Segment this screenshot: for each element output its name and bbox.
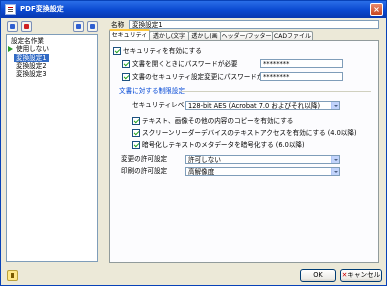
dialog-window: PDF変換設定 × 設定名作業 使用しない 変換設定1 変換設定2 変換設定3 …: [0, 0, 387, 286]
print-permission-select[interactable]: 高解像度: [185, 167, 340, 176]
chevron-down-icon[interactable]: [331, 168, 339, 175]
list-item[interactable]: 使用しない: [14, 45, 51, 53]
security-level-value: 128-bit AES (Acrobat 7.0 およびそれ以降): [188, 102, 321, 110]
permission-password-input[interactable]: ********: [260, 72, 343, 81]
chevron-down-icon[interactable]: [331, 102, 339, 109]
cancel-label: キャンセル: [347, 271, 381, 279]
delete-icon[interactable]: [21, 21, 32, 32]
settings-list[interactable]: 設定名作業 使用しない 変換設定1 変換設定2 変換設定3: [6, 34, 98, 262]
security-level-select[interactable]: 128-bit AES (Acrobat 7.0 およびそれ以降): [185, 101, 340, 110]
change-permission-value: 許可しない: [188, 156, 221, 164]
print-permission-value: 高解像度: [188, 168, 215, 176]
open-password-label: 文書を開くときにパスワードが必要: [132, 60, 238, 68]
metadata-label: 暗号化しテキストのメタデータを暗号化する (6.0以降): [142, 141, 305, 149]
app-icon: [5, 4, 16, 15]
help-icon[interactable]: [7, 270, 18, 281]
close-button[interactable]: ×: [370, 3, 383, 16]
print-permission-label: 印刷の許可設定: [121, 167, 168, 175]
screen-reader-label: スクリーンリーダーデバイスのテキストアクセスを有効にする (4.0以降): [142, 129, 357, 137]
name-input[interactable]: 変換設定1: [129, 20, 379, 29]
move-down-icon[interactable]: [87, 21, 98, 32]
add-icon[interactable]: [7, 21, 18, 32]
open-password-input[interactable]: ********: [260, 59, 343, 68]
enable-security-label: セキュリティを有効にする: [123, 47, 202, 55]
metadata-checkbox[interactable]: [132, 141, 140, 149]
list-item[interactable]: 変換設定2: [14, 62, 49, 70]
copy-content-checkbox[interactable]: [132, 117, 140, 125]
copy-content-label: テキスト、画像その他の内容のコピーを有効にする: [142, 117, 294, 125]
window-title: PDF変換設定: [20, 5, 64, 13]
chevron-down-icon[interactable]: [331, 156, 339, 163]
change-permission-label: 変更の許可設定: [121, 155, 168, 163]
screen-reader-checkbox[interactable]: [132, 129, 140, 137]
list-item[interactable]: 変換設定1: [14, 54, 49, 62]
open-password-checkbox[interactable]: [122, 60, 130, 68]
title-bar[interactable]: PDF変換設定 ×: [1, 1, 386, 18]
permission-password-checkbox[interactable]: [122, 73, 130, 81]
permission-password-label: 文書のセキュリティ設定変更にパスワードが必要: [132, 73, 277, 81]
list-header: 設定名作業: [11, 37, 44, 45]
list-item[interactable]: 変換設定3: [14, 70, 49, 78]
ok-button[interactable]: OK: [300, 269, 336, 282]
cancel-button[interactable]: ✕キャンセル: [340, 269, 382, 282]
enable-security-checkbox[interactable]: [113, 47, 121, 55]
current-arrow-icon: [8, 46, 13, 52]
move-up-icon[interactable]: [73, 21, 84, 32]
restrictions-group-label: 文書に対する制限設定: [119, 87, 185, 95]
group-divider: [181, 91, 371, 92]
change-permission-select[interactable]: 許可しない: [185, 155, 340, 164]
security-level-label: セキュリティレベル: [132, 101, 191, 109]
